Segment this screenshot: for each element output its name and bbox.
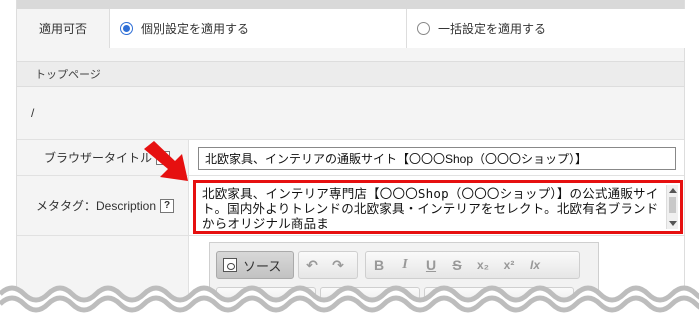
apply-bulk-radio[interactable]	[417, 22, 430, 35]
meta-description-label: メタタグ：Description	[36, 199, 157, 213]
apply-bulk-option[interactable]: 一括設定を適用する	[406, 9, 686, 48]
clear-format-icon[interactable]: Ix	[522, 252, 548, 278]
source-button[interactable]: ソース	[216, 251, 294, 279]
undo-redo-group: ↶ ↷	[298, 251, 358, 279]
format-group: B I U S x₂ x² Ix	[365, 251, 580, 279]
apply-individual-label: 個別設定を適用する	[141, 22, 250, 36]
meta-description-text: 北欧家具、インテリア専門店【〇〇〇Shop（〇〇〇ショップ）】の公式通販サイト。…	[202, 186, 659, 231]
apply-setting-label: 適用可否	[17, 9, 109, 48]
underline-icon[interactable]: U	[418, 252, 444, 278]
browser-title-label: ブラウザータイトル	[44, 151, 153, 165]
meta-description-textarea[interactable]: 北欧家具、インテリア専門店【〇〇〇Shop（〇〇〇ショップ）】の公式通販サイト。…	[193, 180, 683, 234]
apply-individual-radio[interactable]	[120, 22, 133, 35]
subscript-icon[interactable]: x₂	[470, 252, 496, 278]
textarea-scrollbar[interactable]	[666, 185, 678, 229]
page-path: /	[17, 87, 684, 139]
italic-icon[interactable]: I	[392, 252, 418, 278]
browser-title-value-cell: 北欧家具、インテリアの通販サイト【〇〇〇Shop（〇〇〇ショップ）】	[188, 140, 684, 175]
meta-description-help-icon[interactable]: ?	[160, 198, 175, 213]
browser-title-row: ブラウザータイトル ? 北欧家具、インテリアの通販サイト【〇〇〇Shop（〇〇〇…	[17, 139, 684, 175]
section-gap	[17, 49, 684, 61]
panel-top-border	[17, 0, 684, 9]
section-title: トップページ	[17, 61, 684, 87]
source-icon	[223, 258, 237, 272]
scroll-down-arrow-icon[interactable]	[669, 221, 677, 226]
apply-individual-option[interactable]: 個別設定を適用する	[109, 9, 406, 48]
meta-description-value-cell: 北欧家具、インテリア専門店【〇〇〇Shop（〇〇〇ショップ）】の公式通販サイト。…	[188, 176, 684, 235]
scroll-thumb[interactable]	[669, 197, 676, 213]
meta-description-row: メタタグ：Description ? 北欧家具、インテリア専門店【〇〇〇Shop…	[17, 175, 684, 235]
apply-bulk-label: 一括設定を適用する	[438, 22, 547, 36]
bold-icon[interactable]: B	[366, 252, 392, 278]
torn-edge-decoration	[0, 285, 699, 322]
apply-setting-row: 適用可否 個別設定を適用する 一括設定を適用する	[17, 9, 686, 48]
strikethrough-icon[interactable]: S	[444, 252, 470, 278]
browser-title-input[interactable]: 北欧家具、インテリアの通販サイト【〇〇〇Shop（〇〇〇ショップ）】	[198, 147, 676, 170]
source-label: ソース	[243, 258, 282, 274]
red-arrow-icon	[144, 141, 188, 181]
settings-panel: 適用可否 個別設定を適用する 一括設定を適用する トップページ / ブラウザータ…	[16, 0, 686, 322]
undo-icon[interactable]: ↶	[299, 252, 325, 278]
scroll-up-arrow-icon[interactable]	[669, 188, 677, 193]
superscript-icon[interactable]: x²	[496, 252, 522, 278]
source-button-inner: ソース	[217, 252, 287, 278]
redo-icon[interactable]: ↷	[325, 252, 351, 278]
